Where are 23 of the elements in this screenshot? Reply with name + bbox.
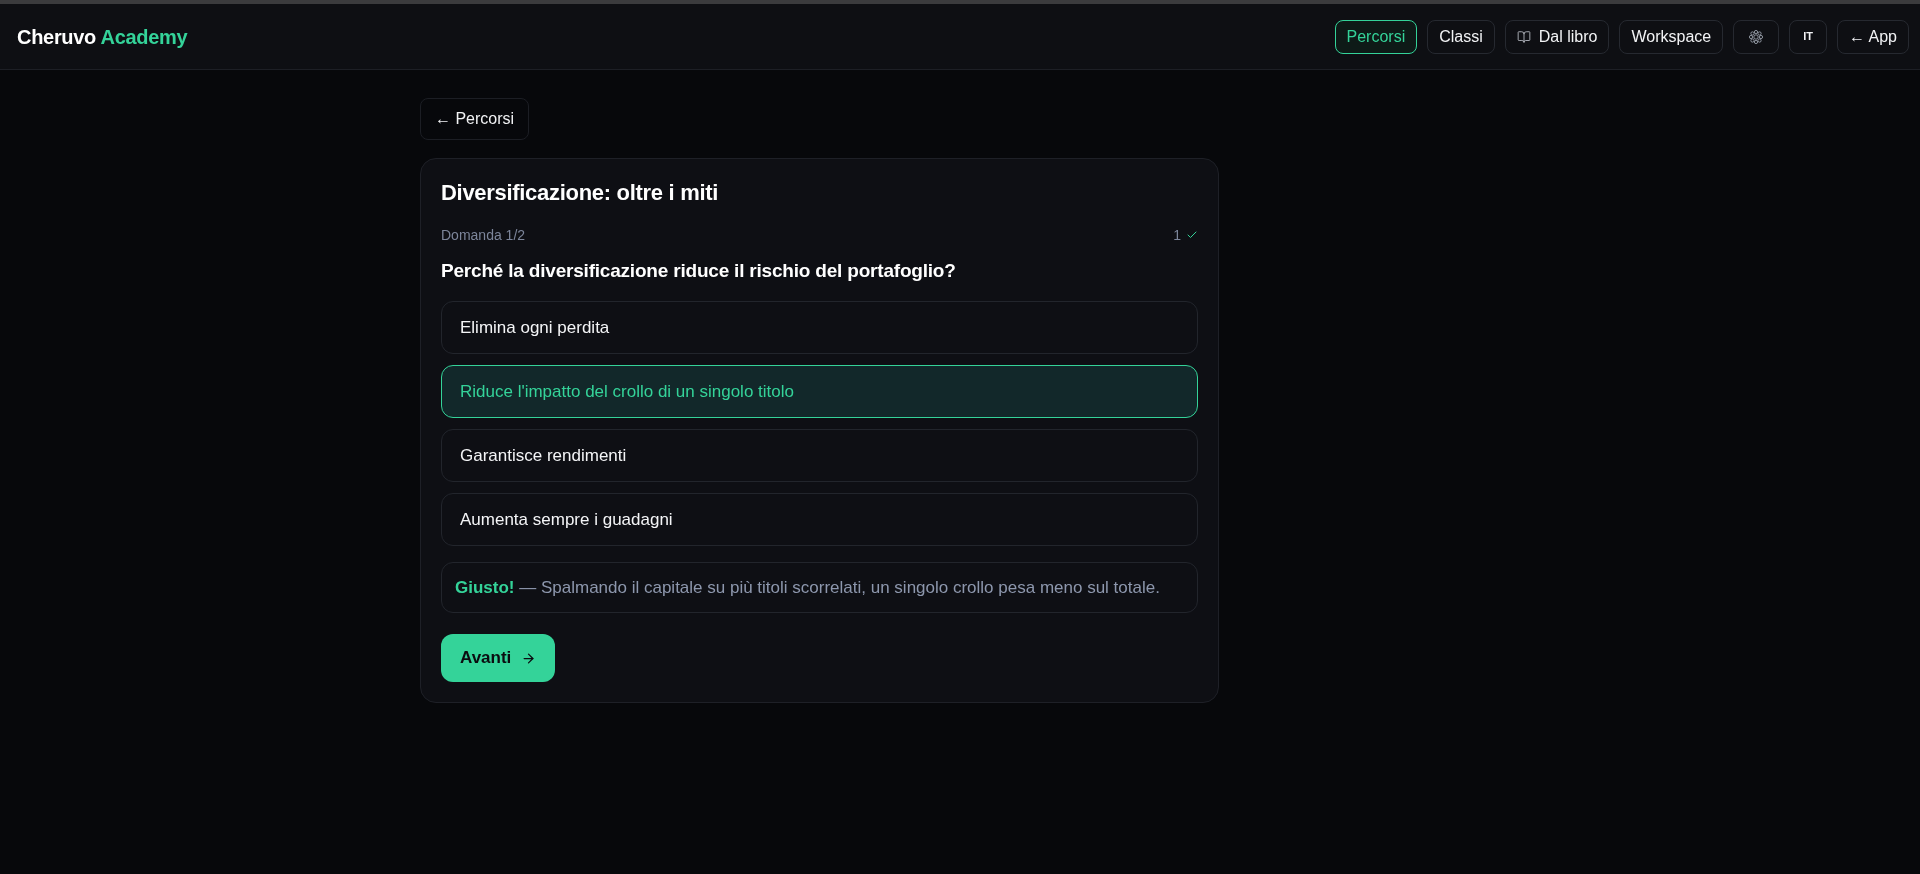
feedback-message: Giusto! — Spalmando il capitale su più titoli scorrelati, un singolo crollo pesa meno sul totale. [441, 562, 1198, 613]
score-count: 1 [1173, 226, 1181, 245]
nav-link[interactable]: Percorsi [1334, 19, 1418, 54]
nav-link[interactable]: Classi [1427, 19, 1495, 54]
quiz-title: Diversificazione: oltre i miti [441, 179, 720, 207]
logo[interactable]: Cheruvo Academy [17, 21, 188, 52]
answer-option[interactable]: Elimina ogni perdita [441, 301, 1198, 354]
settings-button[interactable] [1733, 19, 1780, 54]
back-link[interactable]: ← Percorsi [420, 98, 530, 140]
nav-link[interactable]: ← App [1836, 19, 1909, 54]
question-counter: Domanda 1/2 [441, 226, 526, 245]
answer-option[interactable]: Riduce l'impatto del crollo di un singolo titolo [441, 365, 1198, 418]
answer-option[interactable]: Aumenta sempre i guadagni [441, 493, 1198, 546]
nav-link[interactable]: Dal libro [1504, 19, 1610, 54]
answer-option[interactable]: Garantisce rendimenti [441, 429, 1198, 482]
next-button[interactable]: Avanti [441, 634, 556, 682]
language-button[interactable]: IT [1789, 19, 1827, 54]
arrow-right-icon [521, 650, 537, 666]
settings-icon [1749, 29, 1764, 44]
book-icon [1516, 29, 1531, 44]
check-icon [1186, 229, 1198, 241]
question-text: Perché la diversificazione riduce il rischio del portafoglio? [441, 259, 957, 283]
nav-link[interactable]: Workspace [1619, 19, 1724, 54]
